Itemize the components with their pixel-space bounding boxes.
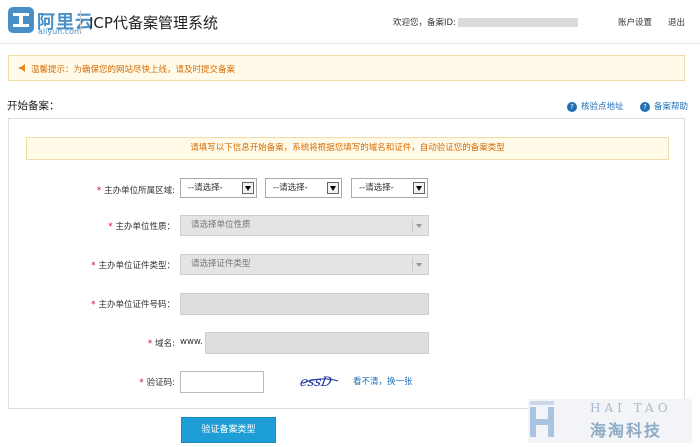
- required-mark: *: [139, 378, 144, 388]
- check-address-label: 核验点地址: [581, 102, 624, 112]
- question-icon: ?: [567, 102, 577, 112]
- cert-type-select[interactable]: 请选择证件类型: [180, 254, 429, 275]
- domain-label-text: 域名:: [155, 339, 175, 349]
- logout-link[interactable]: 退出: [668, 16, 685, 28]
- org-nature-select[interactable]: 请选择单位性质: [180, 215, 429, 236]
- nature-label: * 主办单位性质：: [13, 220, 175, 232]
- account-settings-link[interactable]: 账户设置: [618, 16, 652, 28]
- watermark: HAI TAO 海淘科技: [528, 399, 692, 443]
- nature-label-text: 主办单位性质：: [115, 222, 175, 232]
- region-label-text: 主办单位所属区域:: [104, 186, 175, 196]
- domain-label: * 域名:: [13, 337, 175, 349]
- chevron-down-icon: [242, 182, 254, 194]
- question-icon: ?: [640, 102, 650, 112]
- domain-prefix: www.: [180, 337, 203, 347]
- province-value: --请选择-: [188, 183, 223, 193]
- chevron-down-icon: [413, 182, 425, 194]
- city-select[interactable]: --请选择-: [265, 178, 342, 198]
- watermark-en: HAI TAO: [590, 401, 672, 415]
- district-select[interactable]: --请选择-: [351, 178, 428, 198]
- cert-number-label: * 主办单位证件号码：: [13, 298, 175, 310]
- org-nature-placeholder: 请选择单位性质: [191, 220, 251, 230]
- section-title: 开始备案：: [7, 100, 60, 112]
- required-mark: *: [91, 261, 96, 271]
- cert-type-label-text: 主办单位证件类型：: [98, 261, 175, 271]
- logo-domain: aliyun.com: [38, 27, 82, 36]
- megaphone-icon: [18, 63, 28, 73]
- form-panel: 请填写以下信息开始备案，系统将根据您填写的域名和证件，自动验证您的备案类型 * 主…: [8, 118, 685, 409]
- chevron-down-icon: [412, 258, 424, 271]
- captcha-input[interactable]: [180, 371, 264, 393]
- header-bar: 阿里云 aliyun.com ICP代备案管理系统 欢迎您，备案ID: 账户设置…: [0, 0, 700, 44]
- filing-help-label: 备案帮助: [654, 102, 689, 112]
- info-bar: 请填写以下信息开始备案，系统将根据您填写的域名和证件，自动验证您的备案类型: [26, 137, 669, 160]
- captcha-image[interactable]: essD: [300, 372, 340, 390]
- domain-input[interactable]: [205, 332, 429, 354]
- province-select[interactable]: --请选择-: [180, 178, 257, 198]
- check-address-link[interactable]: ? 核验点地址: [567, 100, 624, 112]
- header-divider: [80, 10, 81, 32]
- chevron-down-icon: [327, 182, 339, 194]
- region-label: * 主办单位所属区域:: [13, 184, 175, 196]
- masked-user-id: [457, 18, 578, 27]
- verify-filing-type-button[interactable]: 验证备案类型: [181, 417, 276, 443]
- required-mark: *: [91, 300, 96, 310]
- city-value: --请选择-: [273, 183, 308, 193]
- required-mark: *: [147, 339, 153, 349]
- cert-number-input[interactable]: [180, 293, 429, 315]
- chevron-down-icon: [412, 219, 424, 232]
- notice-text: 温馨提示：为确保您的网站尽快上线，请及时提交备案: [31, 65, 236, 75]
- required-mark: *: [108, 222, 113, 232]
- haitao-logo-icon: [530, 401, 554, 437]
- cert-type-placeholder: 请选择证件类型: [191, 259, 251, 269]
- welcome-label: 欢迎您，备案ID:: [393, 18, 456, 28]
- cert-type-label: * 主办单位证件类型：: [13, 259, 175, 271]
- captcha-label-text: 验证码:: [146, 378, 175, 388]
- district-value: --请选择-: [359, 183, 394, 193]
- page-title: ICP代备案管理系统: [89, 14, 218, 32]
- watermark-cn: 海淘科技: [590, 421, 663, 440]
- captcha-label: * 验证码:: [13, 376, 175, 388]
- cert-number-label-text: 主办单位证件号码：: [98, 300, 175, 310]
- required-mark: *: [96, 186, 102, 196]
- aliyun-logo-icon: [8, 7, 34, 33]
- filing-help-link[interactable]: ? 备案帮助: [640, 100, 688, 112]
- notice-banner: 温馨提示：为确保您的网站尽快上线，请及时提交备案: [8, 55, 685, 81]
- refresh-captcha-link[interactable]: 看不清，换一张: [353, 375, 413, 387]
- welcome-text: 欢迎您，备案ID:: [393, 16, 578, 28]
